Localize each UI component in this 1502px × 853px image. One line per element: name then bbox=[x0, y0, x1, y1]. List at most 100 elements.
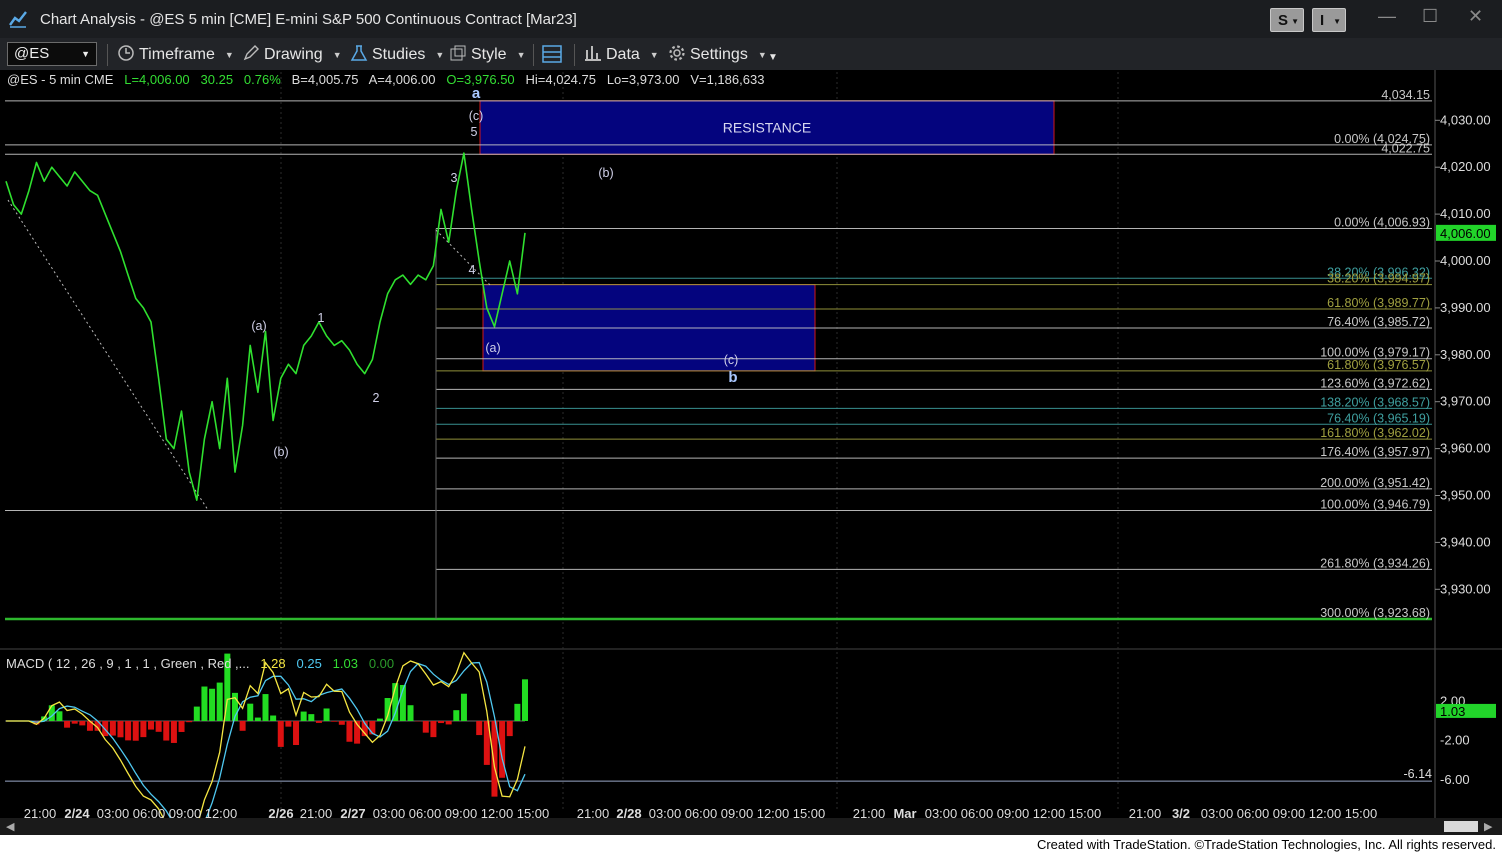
toolbar-divider bbox=[107, 44, 108, 66]
macd-histogram-bar bbox=[170, 721, 177, 743]
price-tick-label: 3,980.00 bbox=[1440, 347, 1491, 362]
macd-histogram-bar bbox=[163, 721, 170, 741]
time-tick-label: 21:00 bbox=[24, 806, 57, 818]
macd-histogram-bar bbox=[56, 711, 63, 721]
fib-level-label: 200.00% (3,951.42) bbox=[1320, 476, 1430, 490]
timeframe-menu[interactable]: Timeframe ▼ bbox=[117, 44, 234, 64]
macd-histogram-bar bbox=[102, 721, 109, 737]
chevron-down-icon: ▼ bbox=[1291, 17, 1299, 26]
scroll-right-icon[interactable]: ▶ bbox=[1484, 820, 1492, 833]
time-tick-label: 06:00 bbox=[409, 806, 442, 818]
footer: Created with TradeStation. ©TradeStation… bbox=[0, 835, 1502, 853]
macd-histogram-bar bbox=[315, 721, 322, 723]
macd-zero-value: 0.00 bbox=[368, 656, 395, 671]
i-button[interactable]: I ▼ bbox=[1312, 8, 1346, 32]
quote-symbol: @ES - 5 min CME bbox=[7, 72, 114, 87]
price-tick-label: 3,960.00 bbox=[1440, 441, 1491, 456]
horizontal-scrollbar[interactable]: ◀ ▶ bbox=[0, 818, 1502, 835]
macd-label: MACD ( 12 , 26 , 9 , 1 , 1 , Green , Red… bbox=[6, 656, 250, 671]
price-tick-label: 3,990.00 bbox=[1440, 300, 1491, 315]
time-tick-label: Mar bbox=[893, 806, 916, 818]
maximize-button[interactable]: ☐ bbox=[1422, 6, 1438, 27]
clock-icon bbox=[118, 45, 134, 61]
wave-label: 4 bbox=[469, 263, 476, 277]
style-label: Style bbox=[471, 46, 507, 63]
data-menu[interactable]: Data ▼ bbox=[584, 44, 659, 64]
fib-level-label: 100.00% (3,946.79) bbox=[1320, 498, 1430, 512]
studies-menu[interactable]: Studies ▼ bbox=[350, 44, 444, 64]
macd-histogram-bar bbox=[430, 721, 437, 738]
macd-level-label: -6.14 bbox=[1404, 767, 1433, 781]
bar-chart-icon bbox=[585, 46, 601, 61]
macd-histogram-bar bbox=[178, 721, 185, 732]
fib-level-label: 300.00% (3,923.68) bbox=[1320, 606, 1430, 620]
price-tick-label: 3,940.00 bbox=[1440, 534, 1491, 549]
chevron-down-icon: ▼ bbox=[757, 50, 767, 60]
symbol-value: @ES bbox=[14, 45, 50, 62]
macd-histogram-bar bbox=[117, 721, 124, 738]
quote-line: @ES - 5 min CME L=4,006.00 30.25 0.76% B… bbox=[7, 72, 764, 87]
time-tick-label: 15:00 bbox=[1069, 806, 1102, 818]
macd-histogram-bar bbox=[422, 721, 429, 733]
time-tick-label: 15:00 bbox=[517, 806, 550, 818]
scroll-thumb[interactable] bbox=[1444, 821, 1478, 832]
quote-change: 30.25 bbox=[200, 72, 234, 87]
macd-histogram-bar bbox=[148, 721, 155, 730]
macd-tick-label: -2.00 bbox=[1440, 733, 1470, 748]
macd-histogram-bar bbox=[247, 703, 254, 721]
quote-ask: A=4,006.00 bbox=[368, 72, 436, 87]
wave-label: (c) bbox=[469, 109, 484, 123]
studies-label: Studies bbox=[372, 46, 426, 63]
macd-histogram-bar bbox=[201, 686, 208, 721]
fib-level-label: 61.80% (3,989.77) bbox=[1327, 296, 1430, 310]
time-tick-label: 03:00 bbox=[97, 806, 130, 818]
macd-histogram-bar bbox=[522, 679, 528, 721]
wave-label: a bbox=[472, 85, 481, 102]
chevron-down-icon: ▼ bbox=[516, 50, 526, 60]
time-tick-label: 06:00 bbox=[685, 806, 718, 818]
time-tick-label: 09:00 bbox=[169, 806, 202, 818]
toolbar-overflow-button[interactable]: ▼ bbox=[768, 48, 778, 68]
minimize-button[interactable]: — bbox=[1378, 6, 1396, 27]
close-button[interactable]: ✕ bbox=[1468, 6, 1483, 27]
macd-histogram-bar bbox=[262, 694, 269, 721]
fib-level-label: 161.80% (3,962.02) bbox=[1320, 426, 1430, 440]
timeframe-label: Timeframe bbox=[139, 46, 215, 63]
macd-histogram-bar bbox=[216, 682, 223, 721]
drawing-menu[interactable]: Drawing ▼ bbox=[242, 44, 342, 64]
settings-label: Settings bbox=[690, 46, 748, 63]
layout-button[interactable] bbox=[541, 44, 567, 64]
wave-label: (a) bbox=[485, 341, 500, 355]
time-tick-label: 2/28 bbox=[616, 806, 641, 818]
macd-histogram-bar bbox=[293, 721, 300, 746]
price-tick-label: 4,030.00 bbox=[1440, 112, 1491, 127]
macd-histogram-bar bbox=[445, 721, 452, 725]
wave-label: (a) bbox=[251, 319, 266, 333]
macd-histogram-bar bbox=[346, 721, 353, 742]
symbol-selector[interactable]: @ES ▼ bbox=[7, 42, 97, 66]
time-tick-label: 3/2 bbox=[1172, 806, 1190, 818]
fib-level-label: 0.00% (4,006.93) bbox=[1334, 215, 1430, 229]
chevron-down-icon: ▼ bbox=[224, 50, 234, 60]
time-tick-label: 09:00 bbox=[445, 806, 478, 818]
price-chart[interactable]: RESISTANCE 4,034.150.00% (4,024.75)4,022… bbox=[0, 70, 1502, 818]
price-tick-label: 3,930.00 bbox=[1440, 581, 1491, 596]
quote-high: Hi=4,024.75 bbox=[525, 72, 596, 87]
time-tick-label: 15:00 bbox=[793, 806, 826, 818]
macd-histogram-bar bbox=[79, 721, 86, 726]
fib-level-label: 261.80% (3,934.26) bbox=[1320, 556, 1430, 570]
macd-histogram-bar bbox=[64, 721, 71, 728]
fib-level-label: 4,034.15 bbox=[1381, 88, 1430, 102]
settings-menu[interactable]: Settings ▼ bbox=[668, 44, 767, 64]
style-menu[interactable]: Style ▼ bbox=[449, 44, 526, 64]
macd-diff-value: 1.03 bbox=[332, 656, 358, 671]
wave-label: (c) bbox=[724, 353, 739, 367]
time-axis: 21:00 2/24 03:00 06:00 09:00 12:00 2/26 21:00 2/… bbox=[24, 806, 1378, 818]
macd-histogram-bar bbox=[239, 721, 246, 731]
time-tick-label: 06:00 bbox=[961, 806, 994, 818]
s-button[interactable]: S ▼ bbox=[1270, 8, 1304, 32]
scroll-left-icon[interactable]: ◀ bbox=[6, 820, 14, 833]
time-tick-label: 06:00 bbox=[133, 806, 166, 818]
macd-histogram-bar bbox=[376, 718, 383, 721]
macd-value: 1.28 bbox=[260, 656, 286, 671]
